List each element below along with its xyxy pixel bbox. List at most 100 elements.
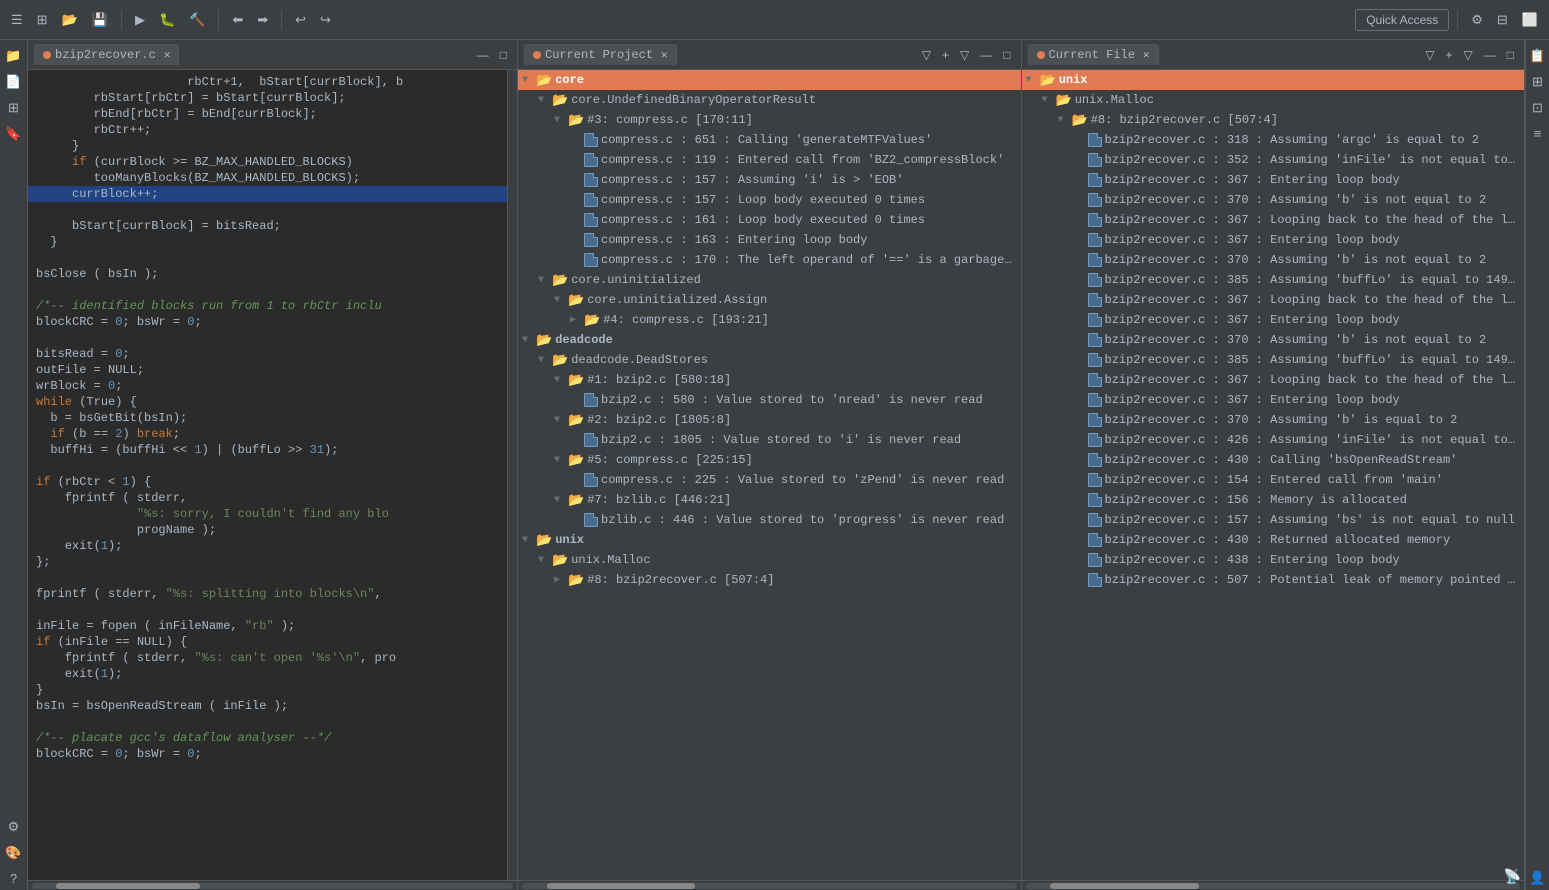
cf-maximize-btn[interactable]: □ (1503, 46, 1518, 64)
bookmark-icon[interactable]: 🔖 (2, 122, 26, 146)
tree-item[interactable]: bzip2recover.c : 370 : Assuming 'b' is n… (1022, 190, 1525, 210)
tree-item[interactable]: bzip2recover.c : 156 : Memory is allocat… (1022, 490, 1525, 510)
structure-icon[interactable]: ⊞ (2, 96, 26, 120)
cf-minimize-btn[interactable]: — (1480, 46, 1500, 64)
right-icon-2[interactable]: ⊞ (1526, 70, 1549, 94)
current-file-tab-close[interactable]: ✕ (1143, 48, 1150, 62)
theme-icon[interactable]: 🎨 (2, 841, 26, 865)
tree-item-core[interactable]: ▼ 📂 core (518, 70, 1021, 90)
tree-item[interactable]: ▼ 📂 core.UndefinedBinaryOperatorResult (518, 90, 1021, 110)
cf-add-btn[interactable]: + (1442, 46, 1457, 64)
build-btn[interactable]: 🔨 (184, 9, 210, 31)
code-content[interactable]: rbCtr+1, bStart[currBlock], b rbStart[rb… (28, 70, 507, 880)
project-expand-btn[interactable]: ▽ (956, 46, 973, 64)
tree-item[interactable]: compress.c : 651 : Calling 'generateMTFV… (518, 130, 1021, 150)
tree-item-unix[interactable]: ▼ 📂 unix (518, 530, 1021, 550)
tree-item[interactable]: ▼ 📂 #3: compress.c [170:11] (518, 110, 1021, 130)
tree-item[interactable]: ▼ 📂 unix.Malloc (1022, 90, 1525, 110)
redo-btn[interactable]: ↪ (315, 9, 336, 31)
project-scrollbar-h[interactable] (522, 883, 1017, 889)
tree-item[interactable]: compress.c : 119 : Entered call from 'BZ… (518, 150, 1021, 170)
code-maximize-btn[interactable]: □ (496, 46, 511, 64)
undo-btn[interactable]: ↩ (290, 9, 311, 31)
maximize-btn[interactable]: ⬜ (1517, 9, 1543, 31)
tree-item[interactable]: compress.c : 157 : Assuming 'i' is > 'EO… (518, 170, 1021, 190)
tree-item[interactable]: ▶ 📂 #8: bzip2recover.c [507:4] (518, 570, 1021, 590)
tree-item[interactable]: ▼ 📂 #2: bzip2.c [1805:8] (518, 410, 1021, 430)
tree-item[interactable]: bzip2recover.c : 367 : Entering loop bod… (1022, 170, 1525, 190)
right-icon-4[interactable]: ≡ (1526, 122, 1549, 145)
current-file-tree[interactable]: ▼ 📂 unix ▼ 📂 unix.Malloc ▼ 📂 #8: bzip2re… (1022, 70, 1525, 880)
project-tab-close[interactable]: ✕ (661, 48, 668, 62)
tree-item[interactable]: bzip2.c : 580 : Value stored to 'nread' … (518, 390, 1021, 410)
code-tab-close[interactable]: ✕ (164, 48, 171, 62)
tree-item[interactable]: bzip2recover.c : 318 : Assuming 'argc' i… (1022, 130, 1525, 150)
project-minimize-btn[interactable]: — (976, 46, 996, 64)
back-btn[interactable]: ⬅ (227, 9, 248, 31)
tree-item[interactable]: bzip2recover.c : 385 : Assuming 'buffLo'… (1022, 270, 1525, 290)
tree-item[interactable]: bzip2recover.c : 370 : Assuming 'b' is n… (1022, 250, 1525, 270)
tree-item[interactable]: ▼ 📂 unix.Malloc (518, 550, 1021, 570)
tree-item[interactable]: compress.c : 225 : Value stored to 'zPen… (518, 470, 1021, 490)
settings-btn[interactable]: ⚙ (1466, 9, 1488, 31)
code-panel-tab[interactable]: bzip2recover.c ✕ (34, 44, 179, 65)
tree-item[interactable]: bzip2recover.c : 507 : Potential leak of… (1022, 570, 1525, 590)
cf-filter-btn[interactable]: ▽ (1421, 46, 1438, 64)
tree-item[interactable]: bzip2recover.c : 367 : Entering loop bod… (1022, 230, 1525, 250)
right-icon-5[interactable]: 👤 (1526, 866, 1549, 890)
code-scrollbar-h[interactable] (32, 883, 513, 889)
tree-item[interactable]: bzip2recover.c : 367 : Entering loop bod… (1022, 310, 1525, 330)
tree-item[interactable]: bzip2recover.c : 370 : Assuming 'b' is e… (1022, 410, 1525, 430)
cf-scrollbar-h[interactable] (1026, 883, 1521, 889)
right-icon-1[interactable]: 📋 (1526, 44, 1549, 68)
project-filter-btn[interactable]: ▽ (918, 46, 935, 64)
tree-item[interactable]: bzip2.c : 1805 : Value stored to 'i' is … (518, 430, 1021, 450)
quick-access-button[interactable]: Quick Access (1355, 9, 1449, 31)
tree-item[interactable]: bzip2recover.c : 385 : Assuming 'buffLo'… (1022, 350, 1525, 370)
tree-item[interactable]: bzip2recover.c : 367 : Looping back to t… (1022, 210, 1525, 230)
help-icon[interactable]: ? (2, 867, 26, 890)
open-btn[interactable]: 📂 (57, 9, 83, 31)
editor-icon[interactable]: 📄 (2, 70, 26, 94)
tree-item[interactable]: compress.c : 170 : The left operand of '… (518, 250, 1021, 270)
cf-expand-btn[interactable]: ▽ (1460, 46, 1477, 64)
project-icon[interactable]: 📁 (2, 44, 26, 68)
tree-item[interactable]: bzip2recover.c : 370 : Assuming 'b' is n… (1022, 330, 1525, 350)
code-scroll-indicator[interactable] (507, 70, 517, 880)
project-panel-tab[interactable]: Current Project ✕ (524, 44, 677, 65)
tree-item[interactable]: bzip2recover.c : 430 : Calling 'bsOpenRe… (1022, 450, 1525, 470)
project-maximize-btn[interactable]: □ (999, 46, 1014, 64)
debug-btn[interactable]: 🐛 (154, 9, 180, 31)
layout-btn[interactable]: ⊟ (1492, 9, 1513, 31)
tree-item[interactable]: bzip2recover.c : 157 : Assuming 'bs' is … (1022, 510, 1525, 530)
tree-item[interactable]: ▼ 📂 #5: compress.c [225:15] (518, 450, 1021, 470)
tree-item[interactable]: bzip2recover.c : 430 : Returned allocate… (1022, 530, 1525, 550)
tree-item-deadcode[interactable]: ▼ 📂 deadcode (518, 330, 1021, 350)
tree-item[interactable]: ▼ 📂 core.uninitialized.Assign (518, 290, 1021, 310)
tree-item[interactable]: ▼ 📂 deadcode.DeadStores (518, 350, 1021, 370)
save-btn[interactable]: 💾 (87, 9, 113, 31)
tree-item[interactable]: ▼ 📂 core.uninitialized (518, 270, 1021, 290)
tree-item[interactable]: ▶ 📂 #4: compress.c [193:21] (518, 310, 1021, 330)
tree-item[interactable]: compress.c : 163 : Entering loop body (518, 230, 1021, 250)
current-file-panel-tab[interactable]: Current File ✕ (1028, 44, 1159, 65)
tree-item[interactable]: bzip2recover.c : 438 : Entering loop bod… (1022, 550, 1525, 570)
new-btn[interactable]: ⊞ (32, 9, 53, 31)
tree-item[interactable]: compress.c : 161 : Loop body executed 0 … (518, 210, 1021, 230)
tree-item[interactable]: ▼ 📂 #1: bzip2.c [580:18] (518, 370, 1021, 390)
tree-item[interactable]: bzip2recover.c : 367 : Looping back to t… (1022, 370, 1525, 390)
tree-item[interactable]: bzip2recover.c : 367 : Entering loop bod… (1022, 390, 1525, 410)
forward-btn[interactable]: ➡ (252, 9, 273, 31)
tree-item[interactable]: bzip2recover.c : 426 : Assuming 'inFile'… (1022, 430, 1525, 450)
tree-item[interactable]: ▼ 📂 #8: bzip2recover.c [507:4] (1022, 110, 1525, 130)
tree-item[interactable]: ▼ 📂 #7: bzlib.c [446:21] (518, 490, 1021, 510)
project-tree[interactable]: ▼ 📂 core ▼ 📂 core.UndefinedBinaryOperato… (518, 70, 1021, 880)
tree-item[interactable]: bzip2recover.c : 367 : Looping back to t… (1022, 290, 1525, 310)
menu-btn[interactable]: ☰ (6, 9, 28, 31)
code-minimize-btn[interactable]: — (473, 46, 493, 64)
tree-item[interactable]: bzlib.c : 446 : Value stored to 'progres… (518, 510, 1021, 530)
run-btn[interactable]: ▶ (130, 9, 150, 31)
project-add-btn[interactable]: + (938, 46, 953, 64)
tree-item-unix-root[interactable]: ▼ 📂 unix (1022, 70, 1525, 90)
tree-item[interactable]: compress.c : 157 : Loop body executed 0 … (518, 190, 1021, 210)
